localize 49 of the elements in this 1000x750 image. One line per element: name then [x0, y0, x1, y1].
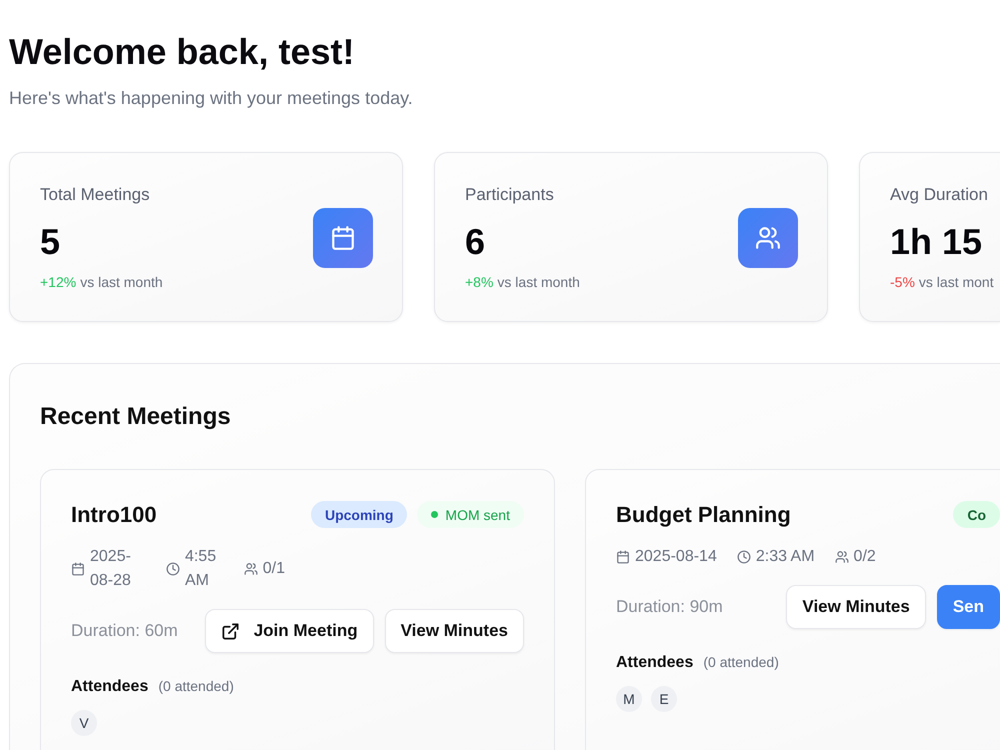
change-percentage: +8% [465, 273, 494, 292]
meeting-title: Budget Planning [616, 501, 792, 529]
date-text: 2025-08-14 [635, 547, 717, 567]
status-dot-icon [431, 511, 438, 518]
join-meeting-button[interactable]: Join Meeting [204, 609, 374, 653]
time-text: 4:55 AM [184, 547, 218, 591]
change-percentage: -5% [890, 273, 915, 292]
stat-label: Participants [465, 184, 554, 206]
attendance-count: 0/1 [262, 559, 285, 579]
clock-icon [736, 550, 751, 564]
status-badge: Upcoming [310, 501, 408, 528]
meeting-title: Intro100 [71, 501, 158, 529]
avatar: M [616, 686, 642, 712]
view-minutes-button[interactable]: View Minutes [384, 609, 524, 653]
clock-icon [166, 562, 180, 576]
subtitle-text: Here's what's happening with your meetings today. [9, 87, 414, 110]
send-button[interactable]: Sen [936, 585, 1000, 629]
attended-count: (0 attended) [158, 678, 234, 694]
comparison-text: vs last month [80, 273, 163, 292]
attended-count: (0 attended) [703, 654, 779, 670]
users-icon [244, 562, 258, 576]
avatar: V [71, 710, 97, 736]
calendar-icon [71, 562, 85, 576]
comparison-text: vs last mont [918, 273, 994, 292]
duration-text: Duration: 60m [71, 621, 178, 641]
date-text: 2025-08-28 [90, 547, 132, 591]
stat-value: 5 [40, 220, 60, 263]
attendance-count: 0/2 [854, 547, 876, 567]
stat-label: Avg Duration [890, 184, 988, 206]
time-text: 2:33 AM [756, 547, 815, 567]
stat-label: Total Meetings [40, 184, 150, 206]
badge-label: MOM sent [445, 506, 510, 522]
stat-value: 1h 15 [890, 220, 982, 263]
stat-value: 6 [465, 220, 486, 263]
external-link-icon [220, 622, 240, 640]
calendar-icon [616, 550, 630, 564]
attendees-label: Attendees [616, 653, 694, 673]
view-minutes-button[interactable]: View Minutes [786, 585, 926, 629]
page-title: Welcome back, test! [9, 30, 356, 73]
attendees-label: Attendees [71, 677, 148, 697]
calendar-icon [313, 208, 373, 268]
comparison-text: vs last month [497, 273, 580, 292]
avatar: E [651, 686, 677, 712]
status-badge: Co [953, 501, 1000, 528]
change-percentage: +12% [40, 273, 76, 292]
panel-title: Recent Meetings [40, 402, 232, 432]
users-icon [834, 550, 849, 564]
duration-text: Duration: 90m [616, 597, 723, 617]
users-icon [738, 208, 798, 268]
